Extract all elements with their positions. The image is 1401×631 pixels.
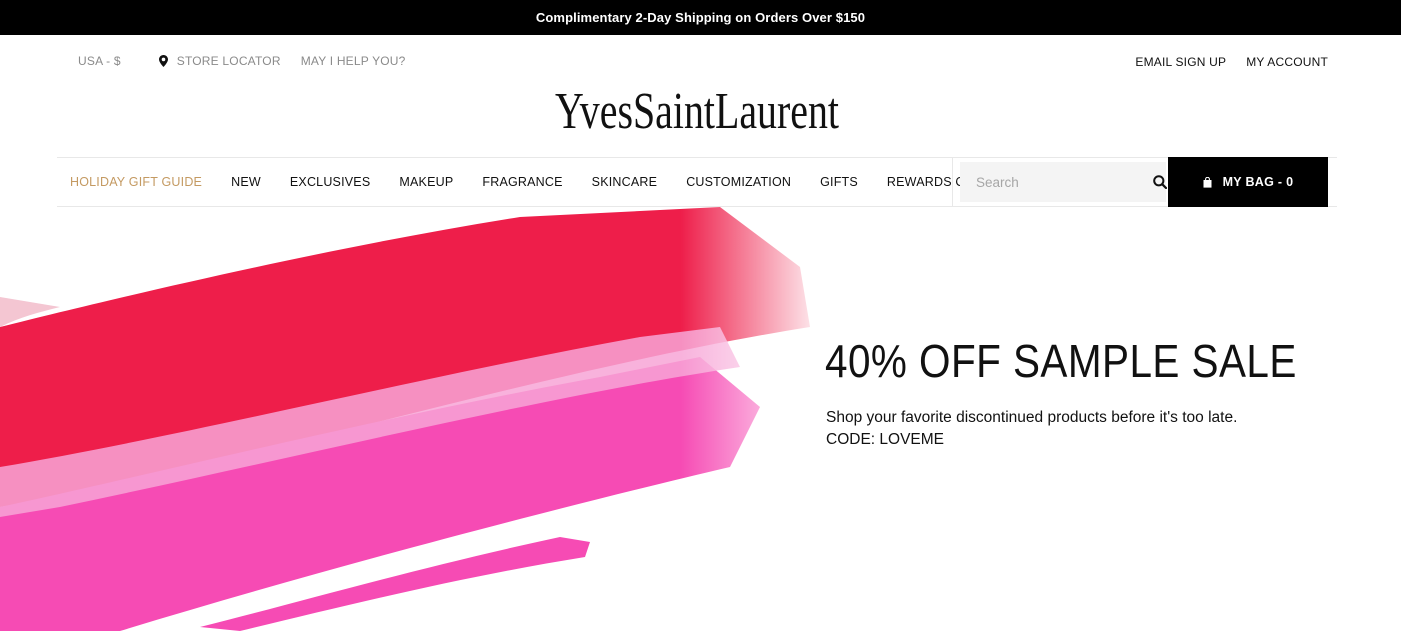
location-pin-icon — [158, 55, 168, 67]
search-icon[interactable] — [1153, 175, 1167, 189]
store-locator-link[interactable]: STORE LOCATOR — [158, 54, 281, 68]
nav-divider — [952, 158, 953, 206]
main-nav-bar: HOLIDAY GIFT GUIDE NEW EXCLUSIVES MAKEUP FRA… — [57, 157, 1337, 207]
hero-title: 40% OFF SAMPLE SALE — [825, 335, 1297, 387]
main-nav: HOLIDAY GIFT GUIDE NEW EXCLUSIVES MAKEUP FRA… — [70, 158, 1019, 206]
brand-logo-text: YvesSaintLaurent — [555, 84, 839, 138]
utility-left: USA - $ STORE LOCATOR MAY I HELP YOU? — [78, 54, 406, 68]
utility-right: EMAIL SIGN UP MY ACCOUNT — [1115, 55, 1328, 69]
swatch-fade — [0, 207, 830, 631]
my-account-link[interactable]: MY ACCOUNT — [1246, 55, 1328, 69]
nav-item-fragrance[interactable]: FRAGRANCE — [482, 175, 562, 189]
promo-bar: Complimentary 2-Day Shipping on Orders O… — [0, 0, 1401, 35]
my-bag-button[interactable]: MY BAG - 0 — [1168, 157, 1328, 207]
brand-logo-graphic: YvesSaintLaurent — [555, 83, 839, 140]
store-locator-label: STORE LOCATOR — [176, 54, 281, 68]
hero-body-text: Shop your favorite discontinued products… — [826, 409, 1238, 426]
nav-item-gifts[interactable]: GIFTS — [820, 175, 858, 189]
shopping-bag-icon — [1203, 176, 1212, 188]
email-signup-link[interactable]: EMAIL SIGN UP — [1135, 55, 1226, 69]
search-box — [960, 162, 1167, 202]
help-link[interactable]: MAY I HELP YOU? — [301, 54, 406, 68]
nav-item-holiday-gift-guide[interactable]: HOLIDAY GIFT GUIDE — [70, 175, 202, 189]
hero-description: Shop your favorite discontinued products… — [826, 407, 1246, 451]
brand-logo[interactable]: YvesSaintLaurent — [555, 83, 839, 140]
my-bag-label: MY BAG - 0 — [1222, 175, 1294, 189]
promo-text: Complimentary 2-Day Shipping on Orders O… — [535, 10, 866, 25]
nav-item-customization[interactable]: CUSTOMIZATION — [686, 175, 791, 189]
search-input[interactable] — [976, 174, 1153, 190]
currency-selector[interactable]: USA - $ — [78, 54, 121, 68]
nav-item-makeup[interactable]: MAKEUP — [399, 175, 453, 189]
nav-item-new[interactable]: NEW — [231, 175, 261, 189]
lipstick-swatch-image — [0, 207, 830, 631]
nav-item-skincare[interactable]: SKINCARE — [592, 175, 658, 189]
promo-code: CODE: LOVEME — [826, 431, 944, 448]
nav-item-exclusives[interactable]: EXCLUSIVES — [290, 175, 371, 189]
